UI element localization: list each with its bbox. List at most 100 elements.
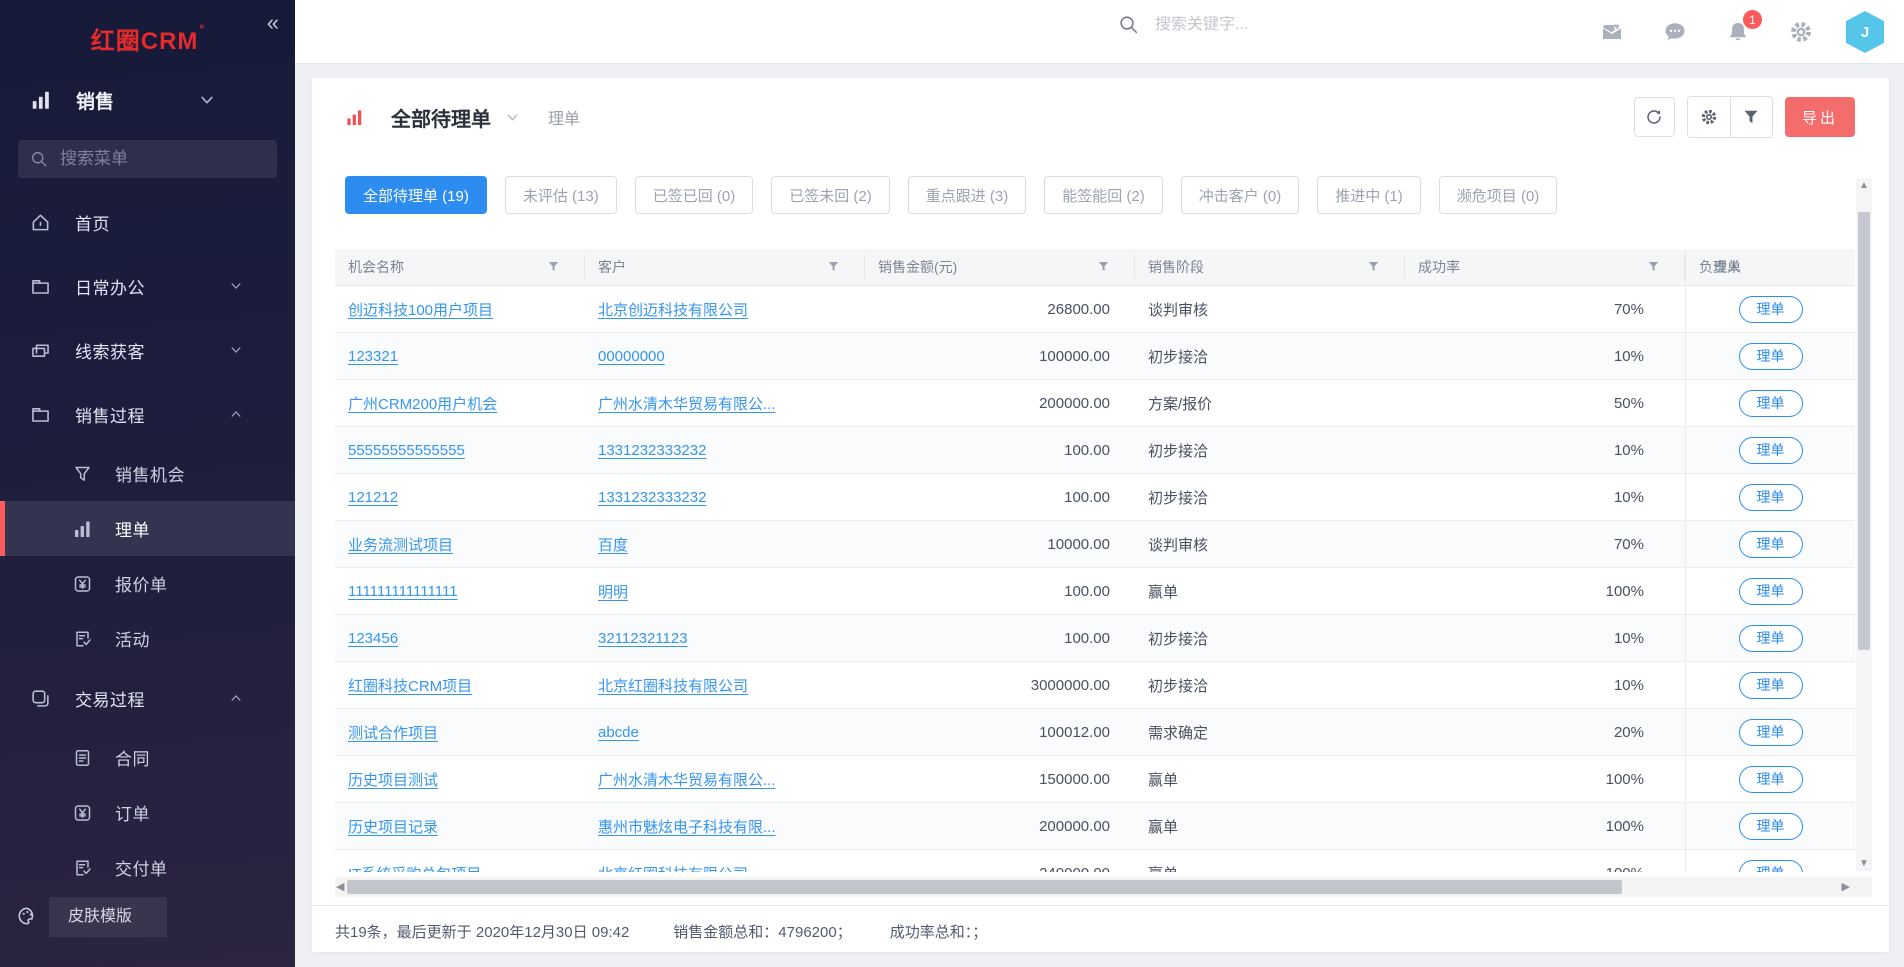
sidebar-search[interactable] (18, 140, 277, 178)
sidebar-item-doc[interactable]: 合同 (0, 730, 295, 785)
customer-link[interactable]: 广州水清木华贸易有限公... (598, 393, 776, 414)
chevron-down-icon[interactable] (505, 110, 520, 125)
filter-tab[interactable]: 已签未回 (2) (771, 176, 890, 214)
opportunity-link[interactable]: IT系统采购总包项目 (348, 863, 481, 873)
gear-icon[interactable] (1789, 20, 1813, 44)
lidan-action-button[interactable]: 理单 (1739, 625, 1803, 652)
scroll-down-icon[interactable]: ▼ (1856, 858, 1872, 869)
opportunity-link[interactable]: 广州CRM200用户机会 (348, 393, 497, 414)
filter-tab[interactable]: 重点跟进 (3) (908, 176, 1027, 214)
funnel-icon (72, 464, 93, 484)
opportunity-link[interactable]: 55555555555555 (348, 442, 465, 459)
lidan-action-button[interactable]: 理单 (1739, 531, 1803, 558)
opportunity-link[interactable]: 历史项目记录 (348, 816, 438, 837)
column-label: 销售金额(元) (878, 257, 957, 277)
customer-link[interactable]: 北京创迈科技有限公司 (598, 299, 748, 320)
vertical-scrollbar[interactable]: ▲ ▼ (1856, 178, 1872, 871)
filter-tab[interactable]: 未评估 (13) (505, 176, 617, 214)
filter-funnel-icon[interactable] (547, 260, 560, 273)
sidebar-item-yen[interactable]: 报价单 (0, 556, 295, 611)
cell-success-rate: 100% (1405, 568, 1685, 614)
customer-link[interactable]: abcde (598, 724, 639, 741)
sidebar-item-label: 销售过程 (75, 402, 145, 427)
customer-link[interactable]: 00000000 (598, 348, 665, 365)
customer-link[interactable]: 百度 (598, 534, 628, 555)
customer-link[interactable]: 明明 (598, 581, 628, 602)
opportunity-link[interactable]: 121212 (348, 489, 398, 506)
sidebar-item-doccheck[interactable]: 交付单 (0, 840, 295, 895)
sidebar-item-folder[interactable]: 日常办公 (0, 254, 295, 318)
filter-funnel-icon[interactable] (1647, 260, 1660, 273)
global-search[interactable] (1118, 14, 1305, 35)
customer-link[interactable]: 1331232333232 (598, 489, 706, 506)
lidan-action-button[interactable]: 理单 (1739, 813, 1803, 840)
filter-tab[interactable]: 全部待理单 (19) (345, 176, 487, 214)
sidebar-item-funnel[interactable]: 销售机会 (0, 446, 295, 501)
filter-tab[interactable]: 能签能回 (2) (1044, 176, 1163, 214)
lidan-action-button[interactable]: 理单 (1739, 860, 1803, 873)
settings-button[interactable] (1688, 97, 1730, 137)
sidebar-search-input[interactable] (60, 149, 240, 169)
customer-link[interactable]: 北京红圈科技有限公司 (598, 863, 748, 873)
lidan-action-button[interactable]: 理单 (1739, 343, 1803, 370)
opportunity-link[interactable]: 业务流测试项目 (348, 534, 453, 555)
chat-icon[interactable] (1663, 20, 1687, 44)
vertical-scrollbar-thumb[interactable] (1858, 212, 1870, 650)
bell-wrap[interactable]: 1 (1726, 20, 1750, 44)
sidebar-item-skin-template[interactable]: 皮肤模版 (0, 895, 295, 939)
refresh-button[interactable] (1634, 97, 1675, 137)
lidan-action-button[interactable]: 理单 (1739, 672, 1803, 699)
filter-tab[interactable]: 冲击客户 (0) (1181, 176, 1300, 214)
horizontal-scrollbar-thumb[interactable] (347, 880, 1622, 894)
opportunity-link[interactable]: 测试合作项目 (348, 722, 438, 743)
skin-template-label[interactable]: 皮肤模版 (49, 897, 167, 937)
customer-link[interactable]: 惠州市魅炫电子科技有限... (598, 816, 776, 837)
opportunity-link[interactable]: 123456 (348, 630, 398, 647)
lidan-action-button[interactable]: 理单 (1739, 296, 1803, 323)
opportunity-link[interactable]: 创迈科技100用户项目 (348, 299, 493, 320)
lidan-action-button[interactable]: 理单 (1739, 578, 1803, 605)
filter-tab[interactable]: 已签已回 (0) (635, 176, 754, 214)
scroll-up-icon[interactable]: ▲ (1856, 180, 1872, 191)
customer-link[interactable]: 1331232333232 (598, 442, 706, 459)
page-title[interactable]: 全部待理单 (391, 103, 491, 132)
export-button[interactable]: 导出 (1785, 97, 1855, 137)
sidebar-item-doccheck[interactable]: 活动 (0, 611, 295, 666)
opportunity-link[interactable]: 红圈科技CRM项目 (348, 675, 472, 696)
filter-button[interactable] (1730, 97, 1772, 137)
opportunity-link[interactable]: 历史项目测试 (348, 769, 438, 790)
customer-link[interactable]: 北京红圈科技有限公司 (598, 675, 748, 696)
lidan-action-button[interactable]: 理单 (1739, 437, 1803, 464)
lidan-action-button[interactable]: 理单 (1739, 766, 1803, 793)
mail-icon[interactable] (1600, 20, 1624, 44)
module-selector[interactable]: 销售 (0, 76, 295, 124)
sidebar-collapse-icon[interactable]: « (267, 10, 279, 36)
sidebar-item-yen[interactable]: 订单 (0, 785, 295, 840)
filter-funnel-icon[interactable] (1367, 260, 1380, 273)
sidebar-item-folders[interactable]: 线索获客 (0, 318, 295, 382)
customer-link[interactable]: 广州水清木华贸易有限公... (598, 769, 776, 790)
filter-tab[interactable]: 推进中 (1) (1317, 176, 1421, 214)
horizontal-scrollbar[interactable]: ◀ ▶ (335, 877, 1872, 897)
opportunity-link[interactable]: 123321 (348, 348, 398, 365)
doc-icon (72, 748, 93, 768)
column-label-overlay: 理单 (1713, 257, 1741, 277)
lidan-action-button[interactable]: 理单 (1739, 484, 1803, 511)
sidebar-item-folder[interactable]: 销售过程 (0, 382, 295, 446)
filter-tab[interactable]: 濒危项目 (0) (1439, 176, 1558, 214)
logo-sup: ° (199, 22, 205, 36)
filter-funnel-icon[interactable] (1097, 260, 1110, 273)
global-search-input[interactable] (1155, 16, 1305, 34)
sidebar-item-home[interactable]: 首页 (0, 190, 295, 254)
sidebar-item-squares[interactable]: 交易过程 (0, 666, 295, 730)
sidebar-item-label: 交付单 (115, 855, 168, 880)
customer-link[interactable]: 32112321123 (598, 630, 688, 647)
lidan-action-button[interactable]: 理单 (1739, 719, 1803, 746)
scroll-right-icon[interactable]: ▶ (1842, 880, 1850, 893)
sidebar-item-chart[interactable]: 理单 (0, 501, 295, 556)
opportunity-link[interactable]: 111111111111111 (348, 583, 458, 600)
avatar[interactable]: J (1846, 11, 1884, 53)
lidan-action-button[interactable]: 理单 (1739, 390, 1803, 417)
filter-funnel-icon[interactable] (827, 260, 840, 273)
scroll-left-icon[interactable]: ◀ (336, 880, 344, 893)
